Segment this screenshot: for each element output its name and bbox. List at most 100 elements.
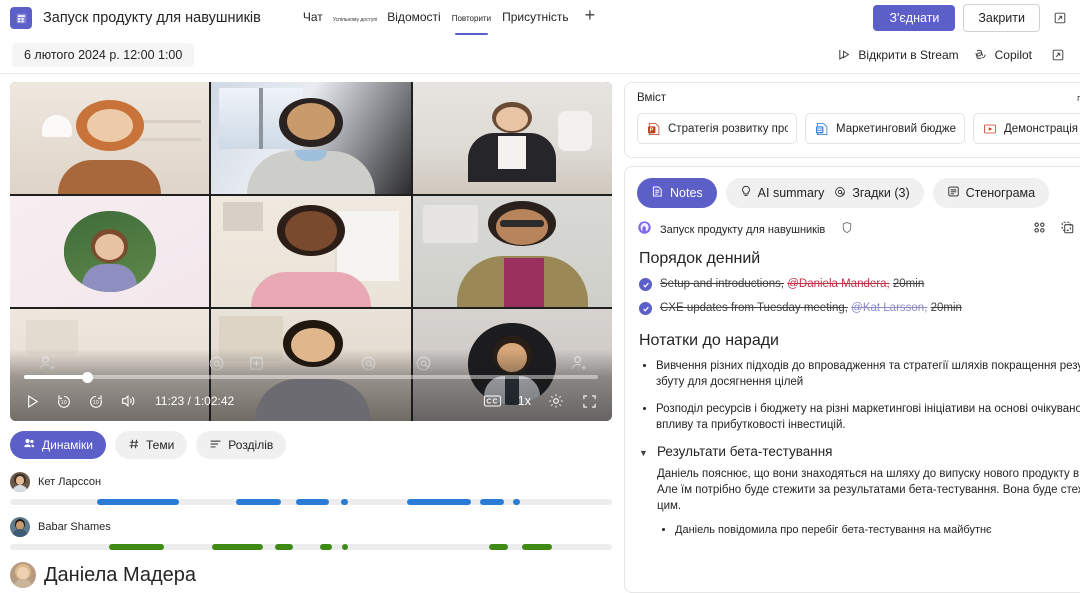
file-chip[interactable]: P Стратегія розвитку продукту: [637, 113, 797, 144]
copilot-button[interactable]: Copilot: [973, 47, 1032, 62]
loop-title: Запуск продукту для навушників: [660, 224, 826, 236]
playback-speed-button[interactable]: 1x: [518, 394, 531, 408]
agenda-mention[interactable]: @Kat Larsson,: [851, 302, 927, 314]
page-title: Запуск продукту для навушників: [43, 10, 261, 26]
open-in-stream-button[interactable]: Відкрити в Stream: [837, 47, 959, 62]
close-button[interactable]: Закрити: [963, 4, 1040, 32]
svg-text:P: P: [649, 127, 653, 133]
loop-actions: [1032, 220, 1080, 240]
activity-segment: [274, 544, 293, 550]
list-item: Розподіл ресурсів і бюджету на різні мар…: [656, 401, 1080, 433]
tab-details[interactable]: Відомості: [379, 2, 448, 32]
play-icon[interactable]: [24, 393, 41, 410]
chip-speakers[interactable]: Динаміки: [10, 431, 106, 459]
apps-icon[interactable]: [1032, 220, 1047, 240]
file-chip[interactable]: Маркетинговий бюджет...: [805, 113, 965, 144]
participant-tile: [412, 195, 612, 308]
shield-icon: [841, 221, 853, 239]
activity-segment: [341, 499, 349, 505]
speaker-row: Кет Ларссон: [10, 472, 612, 505]
speakers-icon: [23, 437, 36, 453]
agenda-item[interactable]: Setup and introductions, @Daniela Mander…: [639, 277, 1080, 292]
video-timestamp: 11:23 / 1:02:42: [155, 394, 235, 408]
timeline-filter-chips: Динаміки Теми Розділів: [10, 431, 612, 459]
collapsible-section[interactable]: ▼ Результати бета-тестування: [639, 444, 1080, 459]
meeting-recap-window: Запуск продукту для навушників Чат Успіл…: [0, 0, 1080, 593]
avatar: [10, 517, 30, 537]
powerpoint-icon: P: [646, 121, 661, 136]
teams-meeting-icon: [10, 7, 32, 29]
notes-document[interactable]: Порядок денний Setup and introductions, …: [625, 240, 1080, 592]
svg-text:10: 10: [93, 400, 99, 406]
participant-tile-avatar: [10, 195, 210, 308]
participant-tile: [10, 82, 210, 194]
tab-recap[interactable]: Повторити: [449, 4, 494, 35]
speaker-name: Babar Shames: [38, 521, 111, 533]
speaker-icon[interactable]: [119, 392, 137, 410]
section-heading: Результати бета-тестування: [657, 444, 833, 459]
fullscreen-icon[interactable]: [581, 393, 598, 410]
activity-segment: [97, 499, 179, 505]
transcript-icon: [947, 185, 960, 201]
rewind-10-icon[interactable]: 10: [55, 392, 73, 410]
checkmark-icon[interactable]: [639, 302, 652, 315]
tab-chat[interactable]: Чат: [295, 2, 331, 32]
open-in-new-window-icon-subbar[interactable]: [1046, 43, 1070, 67]
tab-shared[interactable]: Успільному доступі: [331, 5, 379, 35]
excel-icon: [814, 121, 829, 136]
window-header: Запуск продукту для навушників Чат Успіл…: [0, 0, 1080, 36]
speaker-activity-track[interactable]: [10, 544, 612, 550]
chip-sections-label: Розділів: [228, 438, 274, 452]
meeting-notes-heading: Нотатки до наради: [639, 332, 779, 349]
loop-icon: [637, 220, 652, 240]
video-column: 10 10 11:23 / 1:02:42 1x Динаміки Теми Р…: [10, 82, 612, 593]
copilot-label: Copilot: [994, 47, 1032, 62]
agenda-item[interactable]: CXE updates from Tuesday meeting, @Kat L…: [639, 301, 1080, 316]
agenda-duration: 20min: [892, 278, 925, 290]
sections-icon: [209, 438, 222, 453]
participant-tile: [211, 82, 411, 194]
header-actions: З'єднати Закрити: [873, 4, 1072, 32]
chip-sections[interactable]: Розділів: [196, 431, 287, 459]
bulb-icon: [740, 185, 752, 201]
speaker-timelines: Кет Ларссон Babar Shames Даніела Мадера: [10, 472, 612, 593]
chip-topics[interactable]: Теми: [115, 431, 188, 459]
file-chip[interactable]: Демонстрація маркетингу…: [973, 113, 1080, 144]
avatar: [10, 472, 30, 492]
gear-icon[interactable]: [547, 392, 565, 410]
checkmark-icon[interactable]: [639, 278, 652, 291]
meeting-notes-list: Вивчення різних підходів до впровадження…: [656, 358, 1080, 433]
content-title: Вміст: [637, 92, 667, 104]
video-player[interactable]: 10 10 11:23 / 1:02:42 1x: [10, 82, 612, 421]
join-button[interactable]: З'єднати: [873, 5, 956, 31]
list-item: Даніель повідомила про перебіг бета-тест…: [675, 523, 1080, 538]
file-name: Стратегія розвитку продукту: [668, 122, 788, 135]
tab-attendance[interactable]: Присутність: [494, 2, 577, 32]
subbar-actions: Відкрити в Stream Copilot: [837, 43, 1070, 67]
activity-segment: [109, 544, 164, 550]
agenda-mention[interactable]: @Daniela Mandera,: [787, 278, 889, 290]
open-in-new-window-icon[interactable]: [1048, 6, 1072, 30]
content-card-header: Вміст Переглянути всі: [637, 92, 1080, 104]
video-icon: [982, 121, 997, 136]
tab-notes[interactable]: Notes: [637, 178, 717, 208]
agenda-task: Setup and introductions,: [660, 278, 785, 290]
tab-notes-label: Notes: [670, 186, 703, 200]
speaker-activity-track[interactable]: [10, 499, 612, 505]
activity-segment: [235, 499, 281, 505]
meeting-date-chip[interactable]: 6 лютого 2024 р. 12:00 1:00: [12, 42, 195, 67]
forward-10-icon[interactable]: 10: [87, 392, 105, 410]
file-name: Маркетинговий бюджет...: [836, 122, 956, 135]
add-tab-button[interactable]: +: [577, 1, 604, 29]
tab-transcript[interactable]: Стенограма: [932, 178, 1050, 208]
hash-icon: [128, 438, 140, 453]
file-chip-list: P Стратегія розвитку продукту Маркетинго…: [637, 113, 1080, 144]
chevron-down-icon[interactable]: ▼: [639, 448, 649, 458]
scrubber-handle[interactable]: [82, 371, 94, 383]
content-card: Вміст Переглянути всі P Стратегія розвит…: [624, 82, 1080, 158]
copy-icon[interactable]: [1060, 220, 1075, 240]
tab-mentions-label: Згадки (3): [852, 186, 910, 200]
notes-tabs: Notes AI summary Згадки (3) Стенограма: [625, 167, 1080, 217]
tab-ai-summary[interactable]: AI summary Згадки (3): [725, 178, 924, 208]
cc-icon[interactable]: [483, 393, 502, 409]
